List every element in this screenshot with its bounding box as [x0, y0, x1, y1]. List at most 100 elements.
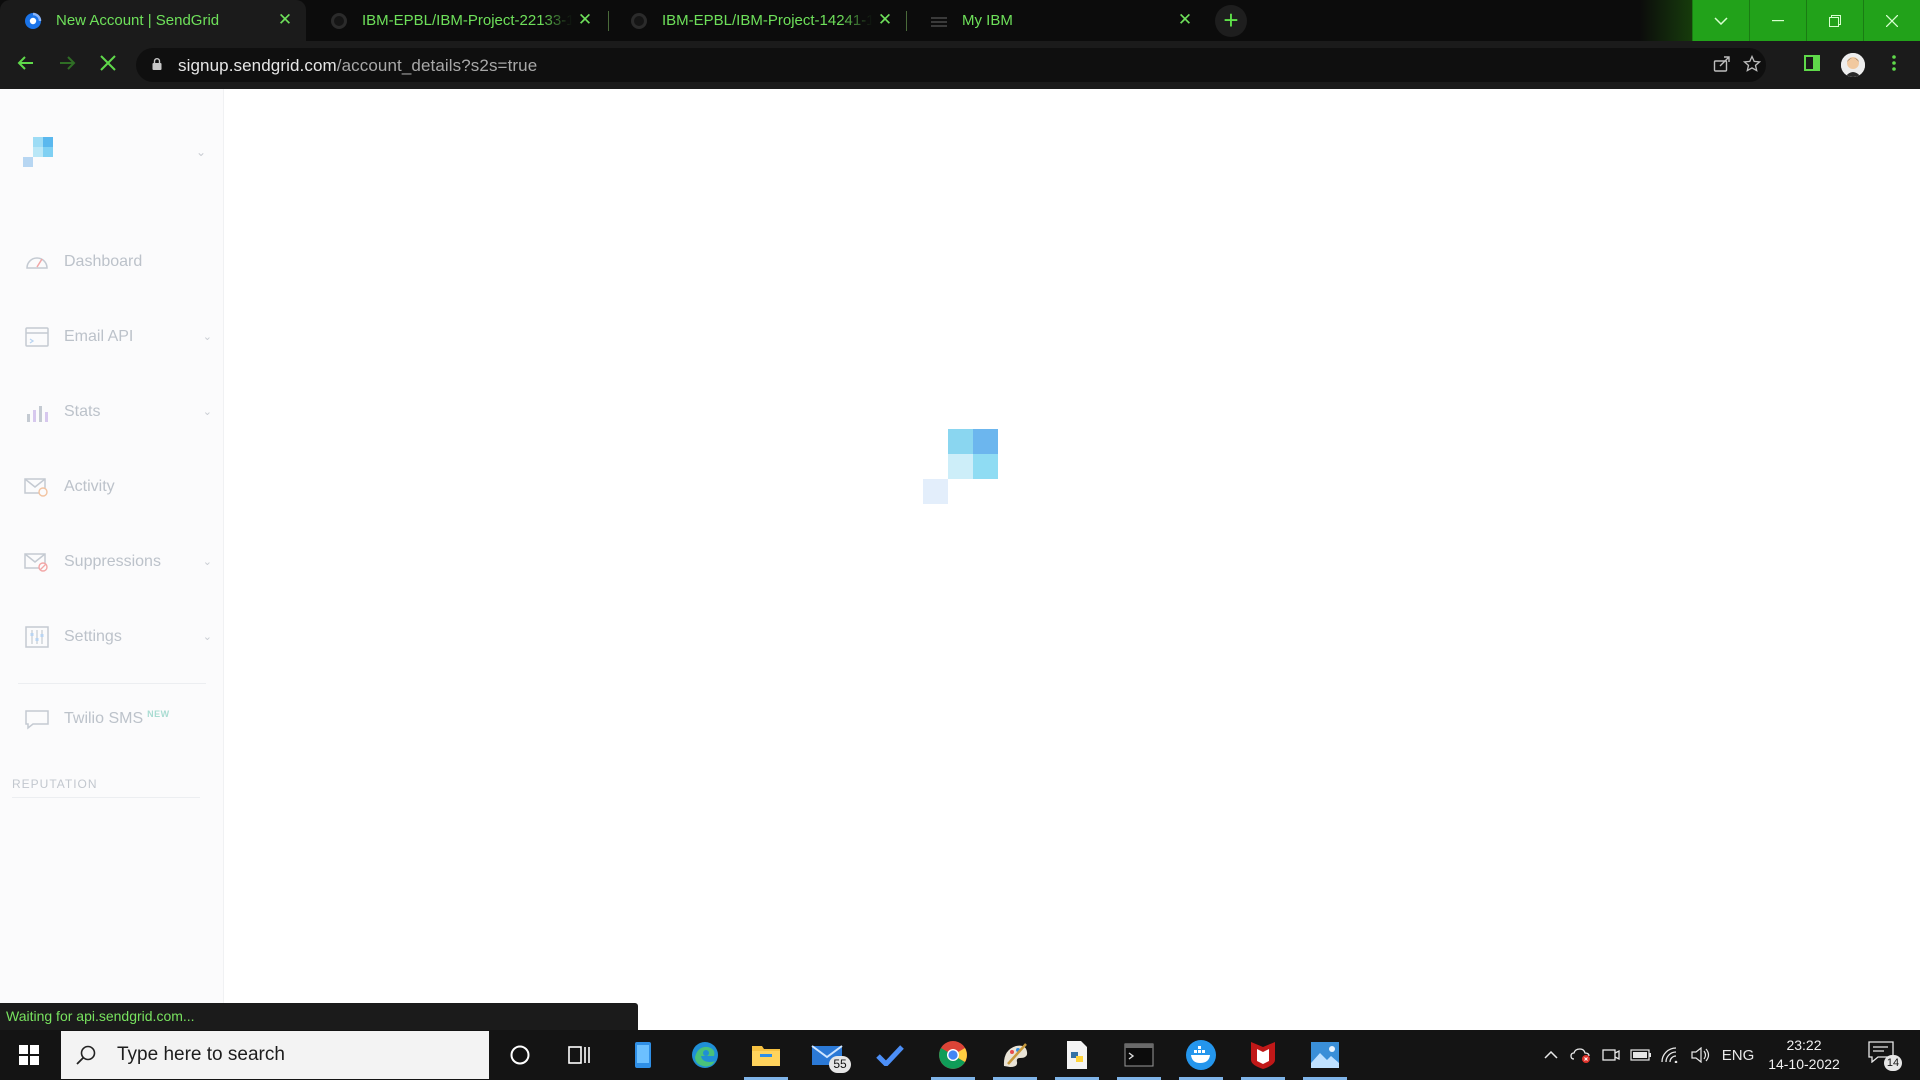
sidebar-item-label: Stats: [64, 403, 101, 420]
sidebar-item-dashboard[interactable]: Dashboard: [24, 247, 216, 277]
sidebar-item-stats[interactable]: Stats ⌄: [24, 397, 216, 427]
tab-new-account-sendgrid[interactable]: New Account | SendGrid ✕: [0, 0, 306, 41]
mail-app-icon[interactable]: 55: [797, 1030, 857, 1080]
profile-avatar[interactable]: [1841, 53, 1865, 77]
new-badge: NEW: [147, 709, 170, 719]
todo-app-icon[interactable]: [860, 1030, 920, 1080]
email-api-window-icon: [25, 327, 49, 347]
sidebar-item-activity[interactable]: Activity: [24, 472, 216, 502]
meet-now-icon[interactable]: [1598, 1030, 1624, 1080]
sidebar-item-label: Email API: [64, 328, 134, 345]
minimize-button[interactable]: [1749, 0, 1806, 41]
tab-github-project-14241[interactable]: IBM-EPBL/IBM-Project-14241-16 ✕: [606, 0, 906, 41]
restore-button[interactable]: [1806, 0, 1863, 41]
cortana-icon[interactable]: [490, 1030, 550, 1080]
suppressions-envelope-icon: [24, 553, 48, 572]
chevron-down-icon: ⌄: [202, 556, 212, 568]
browser-tab-strip: New Account | SendGrid ✕ IBM-EPBL/IBM-Pr…: [0, 0, 1920, 41]
more-menu-icon[interactable]: [1882, 53, 1906, 77]
sendgrid-loading-spinner-icon: [923, 429, 1003, 509]
sendgrid-loading-icon: [24, 12, 42, 30]
chevron-down-icon: ⌄: [202, 406, 212, 418]
stop-loading-icon[interactable]: [96, 53, 120, 77]
share-icon[interactable]: [1712, 55, 1732, 75]
sidebar-item-email-api[interactable]: Email API ⌄: [24, 322, 216, 352]
ibm-icon: [930, 12, 948, 30]
docker-app-icon[interactable]: [1171, 1030, 1231, 1080]
mail-unread-badge: 55: [829, 1056, 851, 1073]
forward-arrow-icon[interactable]: [55, 53, 79, 77]
close-tab-icon[interactable]: ✕: [576, 11, 594, 29]
browser-toolbar: signup.sendgrid.com/account_details?s2s=…: [0, 41, 1920, 130]
tab-title: IBM-EPBL/IBM-Project-22133-16: [362, 12, 572, 29]
sidebar-item-label: Twilio SMS: [64, 710, 144, 727]
paint-app-icon[interactable]: [985, 1030, 1045, 1080]
account-chevron-down-icon[interactable]: ⌄: [196, 145, 206, 159]
clock-time: 23:22: [1786, 1037, 1822, 1053]
start-button[interactable]: [0, 1030, 58, 1080]
sidebar-item-label: Dashboard: [64, 253, 143, 270]
wifi-icon[interactable]: [1658, 1030, 1684, 1080]
input-language-indicator[interactable]: ENG: [1720, 1030, 1756, 1080]
edge-browser-icon[interactable]: [675, 1030, 735, 1080]
notification-count-badge: 14: [1884, 1055, 1902, 1071]
github-icon: [330, 12, 348, 30]
volume-icon[interactable]: [1688, 1030, 1714, 1080]
sms-chat-icon: [25, 710, 49, 730]
browser-status-bubble: Waiting for api.sendgrid.com...: [0, 1003, 638, 1030]
url-text[interactable]: signup.sendgrid.com/account_details?s2s=…: [178, 56, 537, 76]
url-path: /account_details?s2s=true: [336, 56, 538, 75]
taskbar-clock[interactable]: 23:22 14-10-2022: [1762, 1036, 1846, 1074]
github-icon: [630, 12, 648, 30]
lock-icon[interactable]: [152, 58, 162, 70]
tab-github-project-22133[interactable]: IBM-EPBL/IBM-Project-22133-16 ✕: [306, 0, 606, 41]
battery-icon[interactable]: [1628, 1030, 1654, 1080]
sidebar-divider: [12, 797, 200, 798]
bookmark-star-icon[interactable]: [1742, 54, 1762, 75]
tab-title: New Account | SendGrid: [56, 12, 220, 29]
phone-link-icon[interactable]: [613, 1030, 673, 1080]
address-bar[interactable]: signup.sendgrid.com/account_details?s2s=…: [136, 48, 1766, 82]
sidebar-divider: [18, 683, 206, 684]
settings-sliders-icon: [25, 626, 49, 648]
task-view-icon[interactable]: [550, 1030, 610, 1080]
dashboard-gauge-icon: [26, 257, 48, 269]
photos-app-icon[interactable]: [1295, 1030, 1355, 1080]
sidebar-item-suppressions[interactable]: Suppressions ⌄: [24, 547, 216, 577]
tab-title: IBM-EPBL/IBM-Project-14241-16: [662, 12, 872, 29]
back-arrow-icon[interactable]: [14, 53, 38, 77]
taskbar-search-input[interactable]: Type here to search: [61, 1031, 489, 1079]
close-window-button[interactable]: [1863, 0, 1920, 41]
sidebar-item-twilio-sms[interactable]: Twilio SMS NEW: [24, 704, 216, 734]
sidebar-item-label: Settings: [64, 628, 122, 645]
sidebar: ⌄ Dashboard Email API ⌄ Stats ⌄ Activity…: [0, 89, 224, 1030]
side-panel-icon[interactable]: [1800, 53, 1824, 77]
python-file-icon[interactable]: [1047, 1030, 1107, 1080]
new-tab-button[interactable]: +: [1215, 5, 1247, 37]
show-hidden-icons-chevron-icon[interactable]: [1538, 1030, 1564, 1080]
clock-date: 14-10-2022: [1768, 1056, 1840, 1072]
url-host: signup.sendgrid.com: [178, 56, 337, 75]
mcafee-app-icon[interactable]: [1233, 1030, 1293, 1080]
tab-title: My IBM: [962, 12, 1013, 29]
chevron-down-icon: ⌄: [202, 631, 212, 643]
main-content: [225, 89, 1920, 1030]
activity-envelope-icon: [24, 478, 48, 497]
sidebar-section-label: REPUTATION: [12, 777, 98, 791]
close-tab-icon[interactable]: ✕: [276, 11, 294, 29]
sidebar-item-settings[interactable]: Settings ⌄: [24, 622, 216, 652]
file-explorer-icon[interactable]: [736, 1030, 796, 1080]
close-tab-icon[interactable]: ✕: [1176, 11, 1194, 29]
action-center-notifications-icon[interactable]: 14: [1868, 1041, 1902, 1071]
terminal-app-icon[interactable]: [1109, 1030, 1169, 1080]
window-controls: [1692, 0, 1920, 41]
onedrive-error-icon[interactable]: [1568, 1030, 1594, 1080]
tab-search-chevron-icon[interactable]: [1692, 0, 1749, 41]
tab-my-ibm[interactable]: My IBM ✕: [906, 0, 1206, 41]
search-placeholder: Type here to search: [117, 1044, 285, 1065]
search-icon: [76, 1045, 96, 1065]
close-tab-icon[interactable]: ✕: [876, 11, 894, 29]
chrome-browser-icon[interactable]: [923, 1030, 983, 1080]
windows-logo-icon: [19, 1045, 39, 1065]
sendgrid-logo-icon[interactable]: [22, 137, 54, 169]
